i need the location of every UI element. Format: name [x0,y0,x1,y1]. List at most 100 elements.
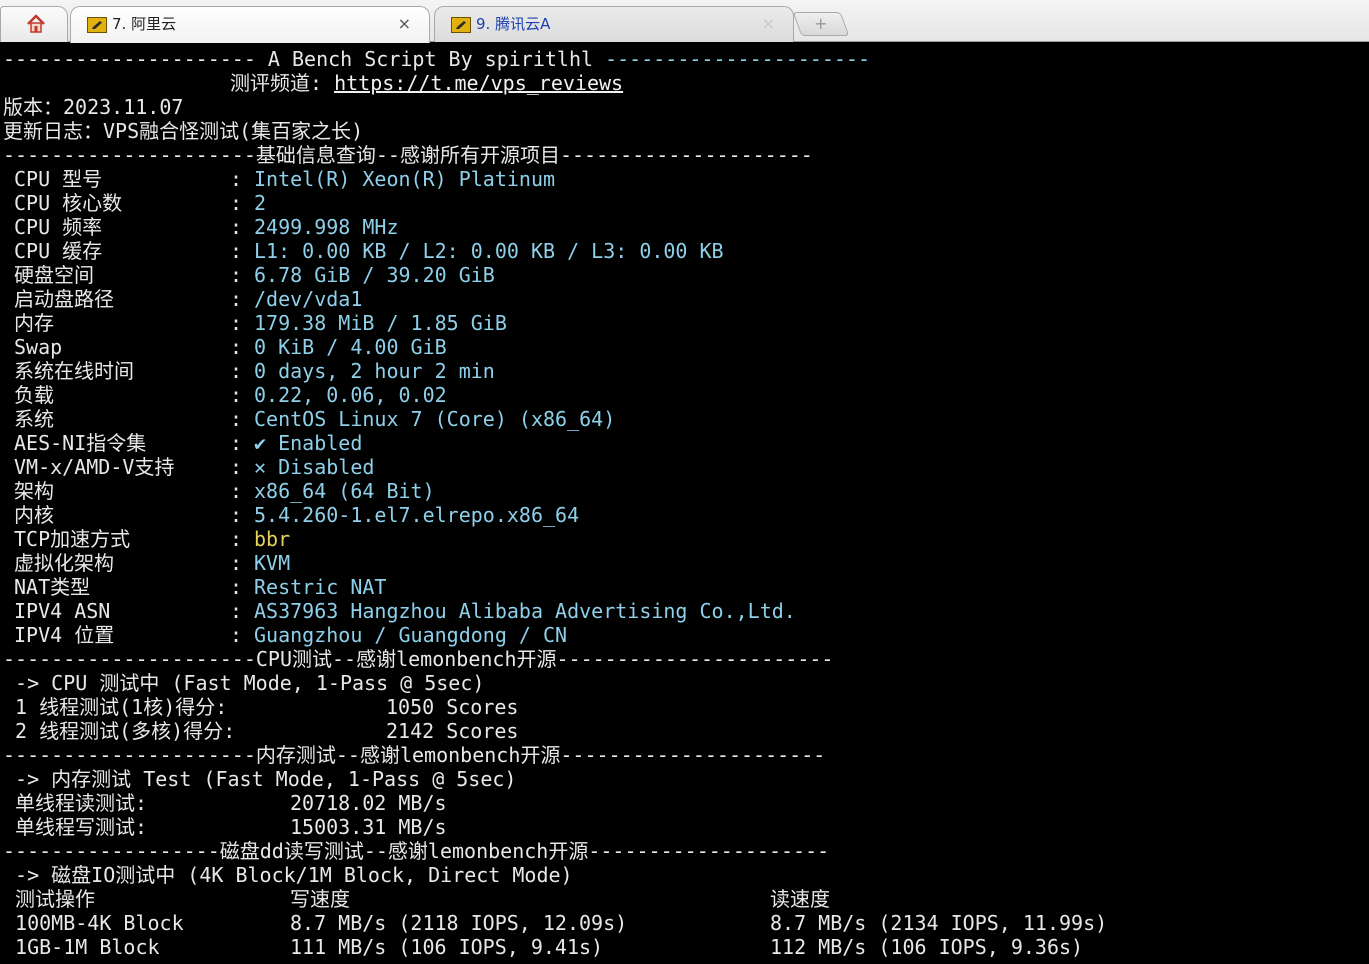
changelog-line: 更新日志：VPS融合怪测试(集百家之长) [3,119,363,143]
sysinfo-separator: : [230,431,255,455]
terminal-output[interactable]: --------------------- A Bench Script By … [0,44,1369,964]
sysinfo-label: CPU 缓存 [14,239,103,263]
disk-test-mode: -> 磁盘IO测试中 (4K Block/1M Block, Direct Mo… [3,863,573,887]
sysinfo-separator: : [230,503,255,527]
sysinfo-separator: : [230,239,255,263]
section-title: CPU测试--感谢lemonbench开源 [255,647,557,671]
sysinfo-value: CentOS Linux 7 (Core) (x86_64) [254,407,616,431]
sysinfo-value: ✕ Disabled [254,455,375,479]
sysinfo-value: KVM [254,551,291,575]
sysinfo-label: 系统在线时间 [14,359,134,383]
cpu-test-mode: -> CPU 测试中 (Fast Mode, 1-Pass @ 5sec) [3,671,485,695]
sysinfo-label: VM-x/AMD-V支持 [14,455,175,479]
sysinfo-value: bbr [254,527,291,551]
sysinfo-label: 硬盘空间 [14,263,94,287]
sysinfo-value: 0.22, 0.06, 0.02 [254,383,447,407]
disk-header-write: 写速度 [290,887,350,911]
sysinfo-label: NAT类型 [14,575,91,599]
sysinfo-value: 2 [254,191,267,215]
divider: --------------------- [559,143,813,167]
section-header-cpu: ---------------------CPU测试--感谢lemonbench… [3,647,833,671]
sysinfo-label: 启动盘路径 [14,287,114,311]
sysinfo-separator: : [230,479,255,503]
tab-label: 9. 腾讯云A [476,15,551,33]
home-icon [27,14,45,33]
disk-row-write: 111 MB/s (106 IOPS, 9.41s) [290,935,604,959]
sysinfo-separator: : [230,191,255,215]
sysinfo-value: 2499.998 MHz [254,215,399,239]
disk-header-read: 读速度 [770,887,830,911]
sysinfo-value: 5.4.260-1.el7.elrepo.x86_64 [254,503,580,527]
sysinfo-separator: : [230,527,255,551]
sysinfo-value: ✔ Enabled [254,431,363,455]
memory-row-label: 单线程读测试: [3,791,148,815]
sysinfo-separator: : [230,383,255,407]
new-tab-button[interactable]: + [792,12,850,36]
version-label: 版本： [3,95,63,119]
sysinfo-value: L1: 0.00 KB / L2: 0.00 KB / L3: 0.00 KB [254,239,724,263]
sysinfo-separator: : [230,599,255,623]
disk-row-read: 112 MB/s (106 IOPS, 9.36s) [770,935,1084,959]
section-header-disk: ------------------磁盘dd读写测试--感谢lemonbench… [3,839,829,863]
channel-link[interactable]: https://t.me/vps_reviews [334,71,623,95]
divider: --------------------- [3,647,256,671]
plus-icon: + [814,14,828,33]
divider: --------------------- [3,143,256,167]
sysinfo-label: 负载 [14,383,54,407]
sysinfo-separator: : [230,623,255,647]
sysinfo-separator: : [230,551,255,575]
sysinfo-value: Intel(R) Xeon(R) Platinum [254,167,556,191]
cpu-score-row-value: 2142 Scores [386,719,519,743]
script-title-line: --------------------- A Bench Script By … [3,47,870,71]
changelog-value: VPS融合怪测试(集百家之长) [103,119,364,143]
disk-row-read: 8.7 MB/s (2134 IOPS, 11.99s) [770,911,1108,935]
sysinfo-value: 0 KiB / 4.00 GiB [254,335,447,359]
sysinfo-label: IPV4 ASN [14,599,111,623]
sysinfo-separator: : [230,359,255,383]
tab-aliyun[interactable]: 7. 阿里云 × [70,6,430,43]
memory-test-mode: -> 内存测试 Test (Fast Mode, 1-Pass @ 5sec) [3,767,517,791]
channel-label: 测评频道: [230,71,335,95]
home-button[interactable] [0,6,68,42]
disk-row-op: 1GB-1M Block [3,935,160,959]
divider: ---------------------- [560,743,826,767]
cpu-score-row-label: 2 线程测试(多核)得分: [3,719,236,743]
sysinfo-value: Guangzhou / Guangdong / CN [254,623,568,647]
sysinfo-separator: : [230,263,255,287]
sysinfo-separator: : [230,287,255,311]
close-icon[interactable]: × [762,7,775,41]
sysinfo-value: 6.78 GiB / 39.20 GiB [254,263,495,287]
sysinfo-separator: : [230,335,255,359]
section-title: 基础信息查询--感谢所有开源项目 [255,143,560,167]
divider: --------------------- [3,743,256,767]
sysinfo-label: AES-NI指令集 [14,431,147,455]
sysinfo-value: 0 days, 2 hour 2 min [254,359,495,383]
sysinfo-label: 系统 [14,407,54,431]
sysinfo-label: 虚拟化架构 [14,551,114,575]
sysinfo-label: CPU 频率 [14,215,103,239]
sysinfo-label: CPU 核心数 [14,191,123,215]
divider: ---------------------- [605,47,870,71]
section-header-memory: ---------------------内存测试--感谢lemonbench开… [3,743,825,767]
ssh-key-icon [87,17,107,33]
ssh-key-icon [451,17,471,33]
section-title: 磁盘dd读写测试--感谢lemonbench开源 [219,839,589,863]
version-value: 2023.11.07 [63,95,184,119]
tab-tencent[interactable]: 9. 腾讯云A × [434,6,794,42]
cpu-score-row-value: 1050 Scores [386,695,519,719]
section-title: 内存测试--感谢lemonbench开源 [255,743,561,767]
tab-label: 7. 阿里云 [112,15,177,33]
sysinfo-value: AS37963 Hangzhou Alibaba Advertising Co.… [254,599,796,623]
memory-row-label: 单线程写测试: [3,815,148,839]
sysinfo-separator: : [230,575,255,599]
sysinfo-separator: : [230,407,255,431]
sysinfo-separator: : [230,455,255,479]
memory-row-value: 15003.31 MB/s [290,815,447,839]
memory-row-value: 20718.02 MB/s [290,791,447,815]
sysinfo-label: TCP加速方式 [14,527,131,551]
disk-row-op: 100MB-4K Block [3,911,184,935]
divider: --------------------- [3,47,256,71]
close-icon[interactable]: × [398,7,411,41]
version-line: 版本：2023.11.07 [3,95,183,119]
sysinfo-separator: : [230,311,255,335]
